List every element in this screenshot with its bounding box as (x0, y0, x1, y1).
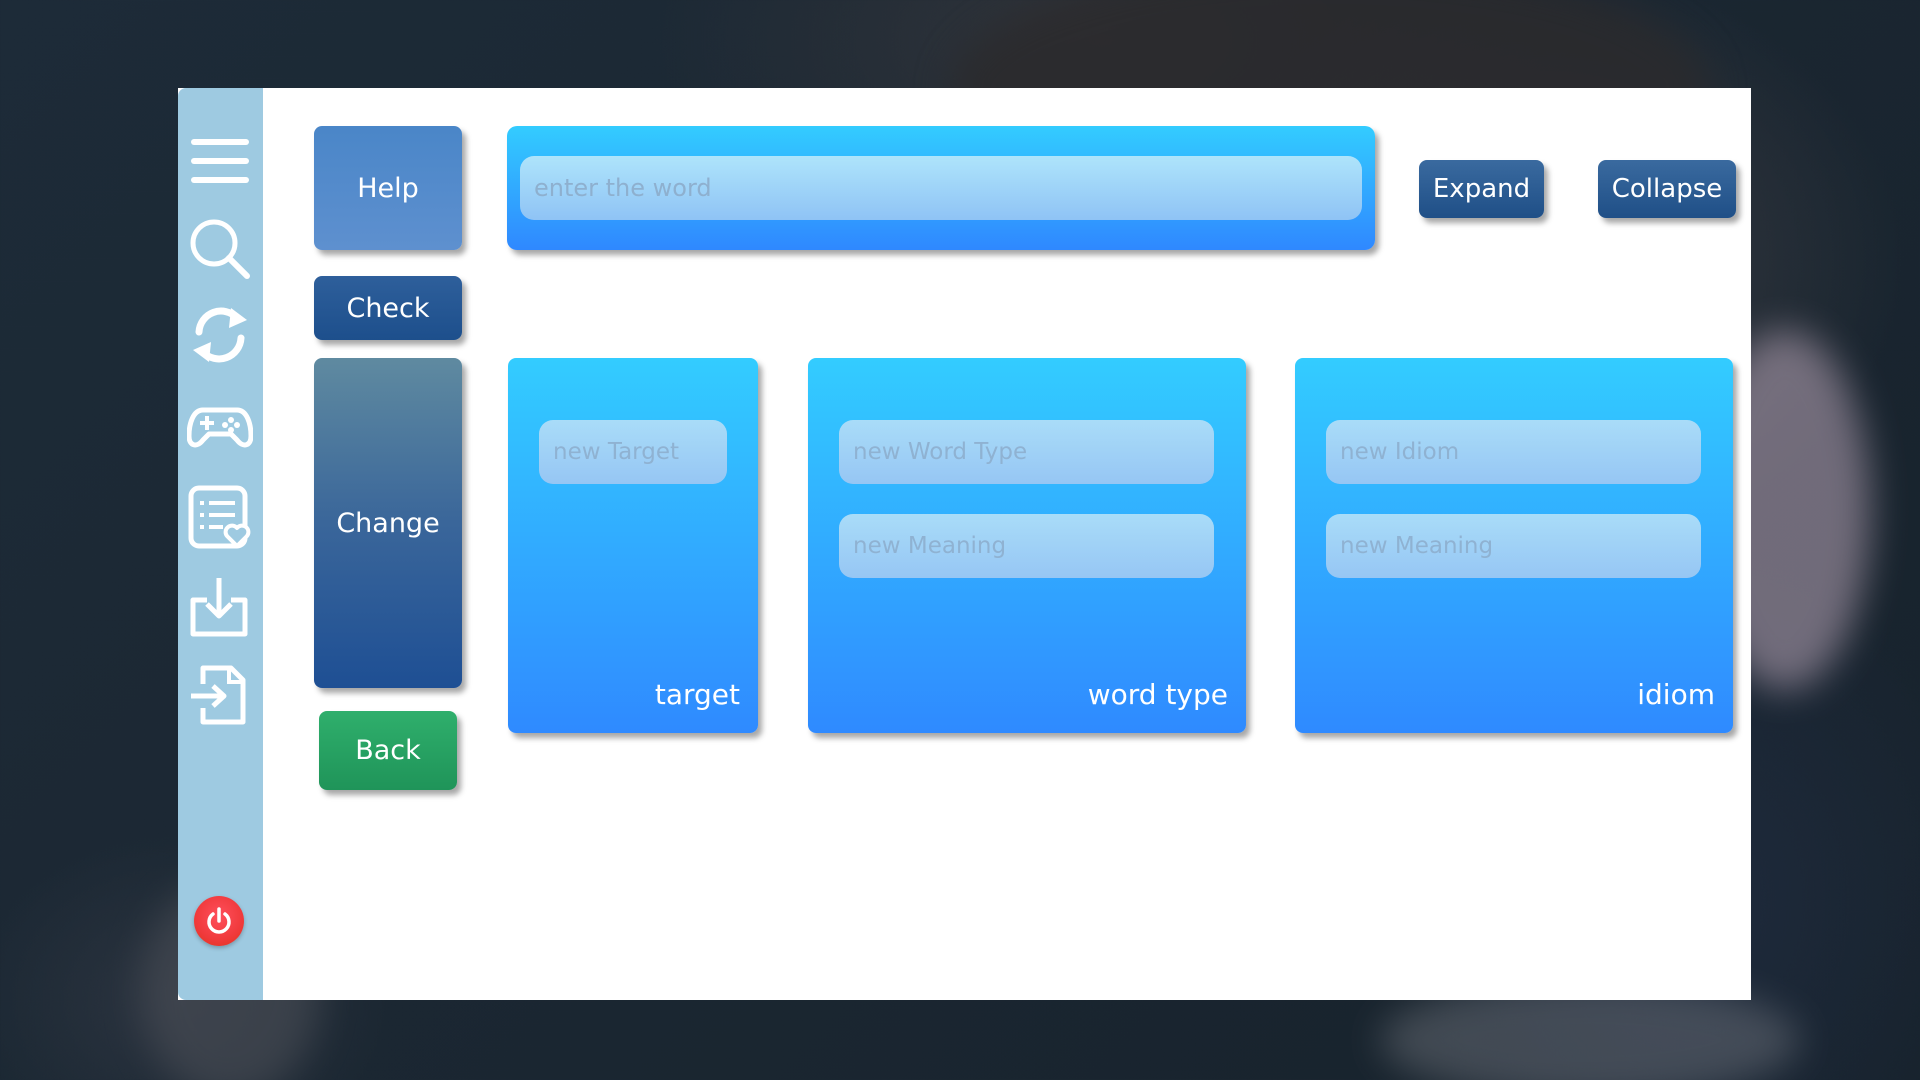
check-button[interactable]: Check (314, 276, 462, 340)
back-button[interactable]: Back (319, 711, 457, 790)
sidebar (178, 88, 263, 1000)
idiom-card: idiom (1295, 358, 1733, 733)
search-icon[interactable] (187, 216, 253, 282)
favorite-list-icon[interactable] (187, 484, 253, 550)
target-card-label: target (654, 678, 740, 711)
power-button[interactable] (194, 896, 244, 946)
power-icon (207, 907, 231, 934)
new-idiom-input[interactable] (1326, 420, 1701, 484)
change-button[interactable]: Change (314, 358, 462, 688)
help-button[interactable]: Help (314, 126, 462, 250)
download-icon[interactable] (187, 574, 253, 640)
target-card: target (508, 358, 758, 733)
collapse-button[interactable]: Collapse (1598, 160, 1736, 218)
new-word-type-meaning-input[interactable] (839, 514, 1214, 578)
word-search-input[interactable] (520, 156, 1362, 220)
expand-button[interactable]: Expand (1419, 160, 1544, 218)
refresh-icon[interactable] (187, 302, 253, 368)
new-word-type-input[interactable] (839, 420, 1214, 484)
new-target-input[interactable] (539, 420, 727, 484)
search-panel (507, 126, 1375, 250)
app-window: Help Check Change Back Expand Collapse t… (178, 88, 1751, 1000)
word-type-card: word type (808, 358, 1246, 733)
gamepad-icon[interactable] (187, 394, 253, 460)
import-file-icon[interactable] (187, 662, 253, 728)
idiom-card-label: idiom (1637, 678, 1715, 711)
menu-icon[interactable] (187, 128, 253, 194)
new-idiom-meaning-input[interactable] (1326, 514, 1701, 578)
word-type-card-label: word type (1087, 678, 1228, 711)
